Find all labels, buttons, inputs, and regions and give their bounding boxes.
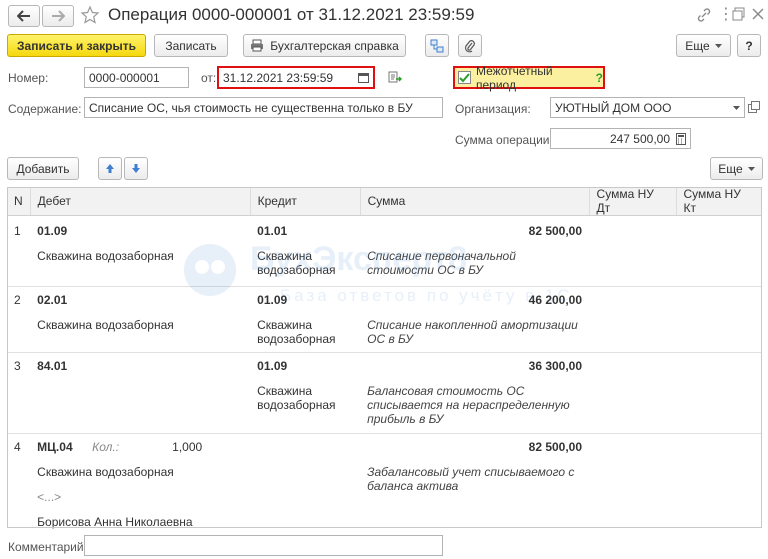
debit-subconto: Скважина водозаборная (37, 318, 174, 332)
date-label: от: (201, 71, 217, 85)
quantity-value: 1,000 (172, 440, 203, 454)
arrow-down-icon (131, 163, 141, 174)
paperclip-icon (464, 39, 476, 53)
organization-value: УЮТНЫЙ ДОМ ООО (555, 100, 672, 115)
credit-account: 01.01 (257, 224, 288, 238)
entry-sum: 36 300,00 (528, 359, 583, 373)
credit-subconto: Скважина водозаборная (257, 249, 336, 277)
debit-account: 84.01 (37, 359, 68, 373)
column-header-sum[interactable]: Сумма (360, 187, 590, 216)
accounting-report-button[interactable]: Бухгалтерская справка (243, 34, 406, 57)
entry-comment: Списание первоначальной стоимости ОС в Б… (367, 249, 516, 277)
column-header-debit[interactable]: Дебет (30, 187, 251, 216)
entry-comment: Забалансовый учет списываемого с баланса… (367, 465, 575, 493)
quantity-label: Кол.: (92, 440, 120, 454)
interperiod-help-icon[interactable]: ? (596, 71, 603, 85)
debit-account: 02.01 (37, 293, 68, 307)
favorite-star-icon[interactable] (80, 5, 100, 25)
comment-field[interactable] (84, 535, 443, 556)
date-field[interactable]: 31.12.2021 23:59:59 (217, 66, 375, 89)
table-header-row: N Дебет Кредит Сумма Сумма НУ Дт Сумма Н… (7, 187, 762, 216)
entry-sum: 82 500,00 (528, 440, 583, 454)
entries-table: N Дебет Кредит Сумма Сумма НУ Дт Сумма Н… (7, 187, 762, 534)
table-more-label: Еще (718, 161, 743, 176)
comment-label: Комментарий: (8, 540, 87, 554)
chevron-down-icon (747, 166, 755, 171)
organization-label: Организация: (455, 102, 531, 116)
entry-comment: Списание накопленной амортизации ОС в БУ (367, 318, 578, 346)
organization-field[interactable]: УЮТНЫЙ ДОМ ООО (550, 97, 745, 118)
credit-subconto: Скважина водозаборная (257, 384, 336, 412)
calendar-icon[interactable] (358, 72, 369, 83)
back-button[interactable] (8, 5, 40, 27)
dropdown-arrow-icon[interactable] (733, 105, 740, 110)
table-row[interactable]: 1 01.09 Скважина водозаборная 01.01 Сква… (7, 215, 762, 287)
printer-icon (250, 39, 264, 52)
debit-account: 01.09 (37, 224, 68, 238)
sum-value: 247 500,00 (609, 131, 670, 146)
accounting-report-label: Бухгалтерская справка (270, 38, 399, 53)
interperiod-checkbox-area[interactable]: Межотчетный период ? (453, 63, 605, 92)
table-row[interactable]: 3 84.01 01.09 Скважина водозаборная 36 3… (7, 352, 762, 434)
row-number: 3 (7, 352, 31, 434)
move-down-button[interactable] (124, 157, 148, 180)
chevron-down-icon (714, 43, 722, 48)
help-button[interactable]: ? (737, 34, 761, 57)
structure-button[interactable] (425, 34, 449, 57)
debit-subconto: Скважина водозаборная (37, 465, 174, 479)
forward-button[interactable] (42, 5, 74, 27)
content-label: Содержание: (8, 102, 82, 116)
arrow-up-icon (105, 163, 115, 174)
save-button[interactable]: Записать (154, 34, 228, 57)
number-label: Номер: (8, 71, 49, 85)
entry-sum: 82 500,00 (528, 224, 583, 238)
calculator-icon[interactable] (676, 132, 686, 145)
window-title: Операция 0000-000001 от 31.12.2021 23:59… (108, 5, 475, 24)
checkbox-checked-icon[interactable] (458, 71, 471, 84)
column-header-sum-nu-dt[interactable]: Сумма НУ Дт (589, 187, 677, 216)
entry-sum: 46 200,00 (528, 293, 583, 307)
arrow-right-icon (51, 10, 65, 22)
credit-account: 01.09 (257, 359, 288, 373)
document-flow-icon[interactable] (388, 71, 402, 84)
date-value: 31.12.2021 23:59:59 (223, 70, 334, 85)
attach-button[interactable] (458, 34, 482, 57)
add-row-button[interactable]: Добавить (7, 157, 79, 180)
column-header-n[interactable]: N (7, 187, 31, 216)
entry-comment: Балансовая стоимость ОС списывается на н… (367, 384, 570, 426)
column-header-sum-nu-kt[interactable]: Сумма НУ Кт (676, 187, 762, 216)
sum-field[interactable]: 247 500,00 (550, 128, 691, 149)
number-field[interactable]: 0000-000001 (84, 67, 189, 88)
link-icon[interactable] (696, 7, 712, 23)
table-more-button[interactable]: Еще (710, 157, 763, 180)
open-organization-icon[interactable] (748, 101, 760, 113)
debit-subconto-empty: <...> (37, 490, 62, 504)
interperiod-label: Межотчетный период (476, 63, 553, 92)
content-field[interactable]: Списание ОС, чья стоимость не существенн… (84, 97, 443, 118)
move-up-button[interactable] (98, 157, 122, 180)
restore-window-icon[interactable] (732, 7, 746, 21)
more-menu-button[interactable]: Еще (676, 34, 731, 57)
save-and-close-button[interactable]: Записать и закрыть (7, 34, 146, 57)
credit-account: 01.09 (257, 293, 288, 307)
table-row[interactable]: 2 02.01 Скважина водозаборная 01.09 Сква… (7, 286, 762, 353)
debit-subconto: Скважина водозаборная (37, 249, 174, 263)
arrow-left-icon (17, 10, 31, 22)
table-row[interactable]: 4 МЦ.04 Кол.: 1,000 Скважина водозаборна… (7, 434, 762, 534)
debit-subconto-person: Борисова Анна Николаевна (37, 515, 193, 529)
row-number: 4 (14, 440, 21, 454)
row-number: 1 (7, 215, 31, 287)
debit-account: МЦ.04 (37, 440, 73, 454)
more-menu-label: Еще (685, 38, 710, 53)
document-structure-icon (430, 39, 444, 53)
row-number: 2 (7, 286, 31, 353)
close-icon[interactable] (752, 8, 764, 20)
sum-label: Сумма операции: (455, 133, 553, 147)
credit-subconto: Скважина водозаборная (257, 318, 336, 346)
column-header-credit[interactable]: Кредит (250, 187, 361, 216)
